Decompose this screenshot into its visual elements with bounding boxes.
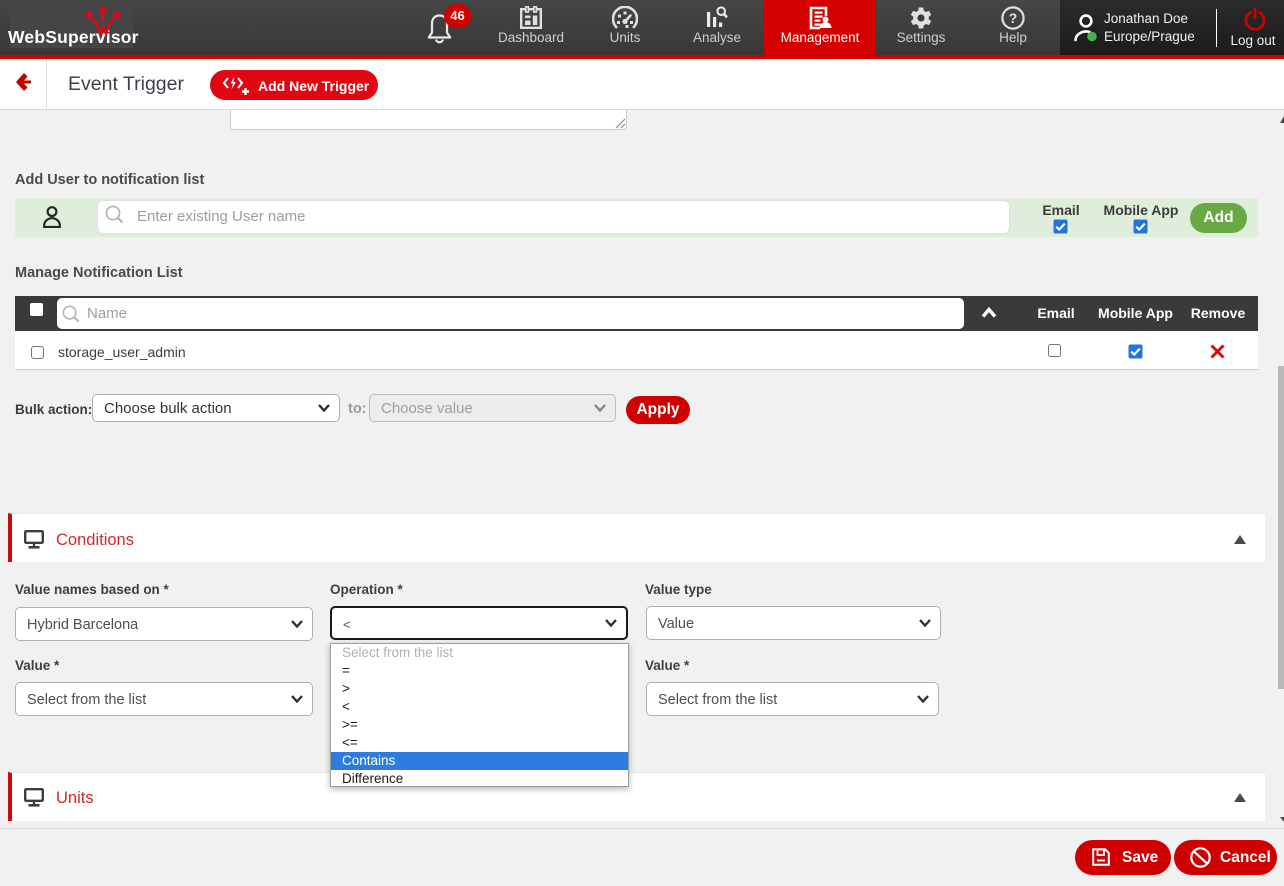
svg-text:?: ? — [1009, 10, 1018, 26]
